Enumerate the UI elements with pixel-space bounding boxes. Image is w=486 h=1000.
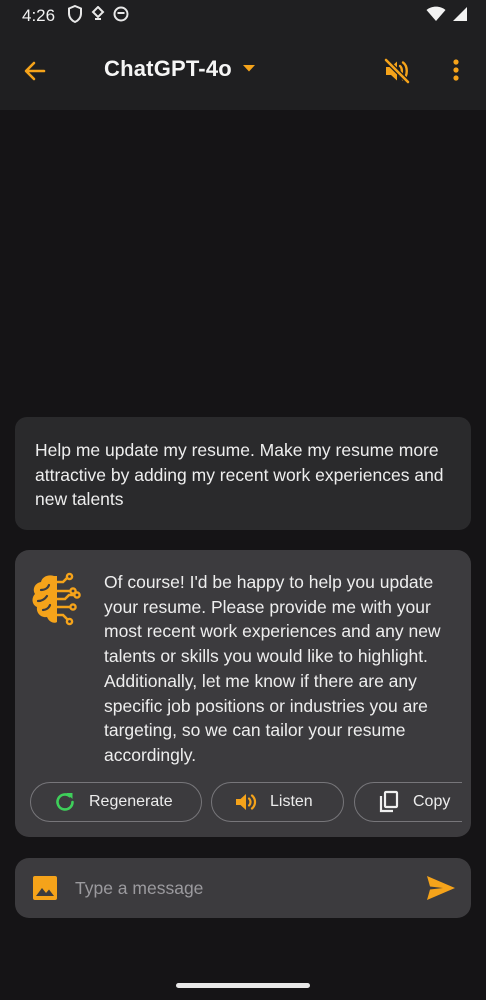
refresh-icon bbox=[53, 790, 77, 814]
copy-icon bbox=[377, 790, 401, 814]
caret-down-icon bbox=[242, 60, 256, 78]
image-icon[interactable] bbox=[32, 875, 58, 901]
listen-label: Listen bbox=[270, 793, 313, 810]
status-icons-left bbox=[67, 4, 129, 28]
assistant-message-text: Of course! I'd be happy to help you upda… bbox=[104, 572, 441, 765]
wifi-icon bbox=[426, 6, 446, 27]
chat-area[interactable]: Help me update my resume. Make my resume… bbox=[0, 110, 486, 850]
arrow-back-icon[interactable] bbox=[22, 58, 48, 84]
status-icons-right bbox=[426, 6, 468, 27]
brain-circuit-icon bbox=[30, 572, 82, 628]
status-time: 4:26 bbox=[22, 6, 56, 25]
cellular-signal-icon bbox=[452, 6, 468, 27]
status-bar: 4:26 bbox=[0, 0, 486, 32]
page-title: ChatGPT-4o bbox=[104, 56, 232, 81]
user-message: Help me update my resume. Make my resume… bbox=[15, 417, 471, 530]
message-composer bbox=[15, 858, 471, 918]
listen-button[interactable]: Listen bbox=[211, 782, 344, 822]
model-selector[interactable]: ChatGPT-4o bbox=[104, 56, 256, 82]
speaker-icon bbox=[234, 790, 258, 814]
message-input[interactable] bbox=[75, 872, 415, 904]
volume-off-icon[interactable] bbox=[383, 57, 411, 85]
send-icon[interactable] bbox=[426, 875, 456, 901]
user-message-text: Help me update my resume. Make my resume… bbox=[35, 440, 444, 509]
copy-button[interactable]: Copy bbox=[354, 782, 462, 822]
copy-label: Copy bbox=[413, 793, 451, 810]
shield-icon bbox=[67, 4, 83, 28]
message-actions: Regenerate Listen Copy bbox=[30, 782, 462, 822]
assistant-message: Of course! I'd be happy to help you upda… bbox=[15, 550, 471, 837]
circle-app-icon bbox=[113, 6, 129, 27]
vpn-key-icon bbox=[91, 5, 105, 27]
more-vertical-icon[interactable] bbox=[448, 57, 464, 85]
app-bar: ChatGPT-4o bbox=[0, 32, 486, 110]
home-indicator[interactable] bbox=[176, 983, 310, 988]
regenerate-button[interactable]: Regenerate bbox=[30, 782, 202, 822]
regenerate-label: Regenerate bbox=[89, 793, 173, 810]
